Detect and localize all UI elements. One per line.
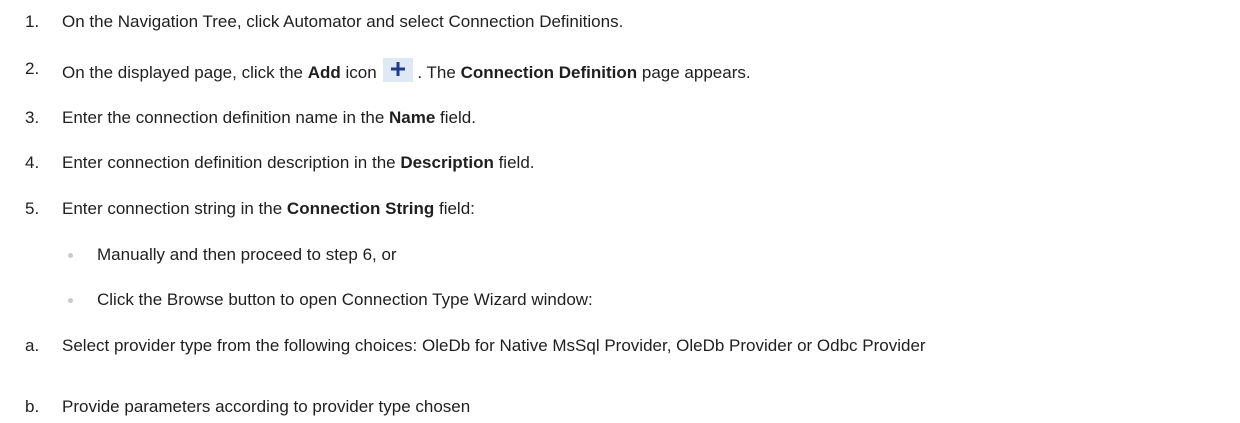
substep-label: a.	[25, 336, 40, 355]
bullet-text: Click the Browse button to open Connecti…	[97, 290, 593, 309]
step-text: On the Navigation Tree, click Automator …	[62, 12, 624, 31]
bullet-dot-icon	[68, 253, 73, 258]
name-term: Name	[389, 108, 436, 127]
connection-string-term: Connection String	[286, 199, 435, 218]
description-term: Description	[400, 153, 494, 172]
substep-text: Select provider type from the following …	[62, 336, 926, 355]
step-text: Enter the connection definition name in …	[62, 108, 476, 127]
step-text: On the displayed page, click the Add ico…	[62, 58, 751, 84]
bullet-text: Manually and then proceed to step 6, or	[97, 245, 397, 264]
add-term: Add	[307, 63, 341, 82]
add-icon	[383, 58, 414, 82]
step-number: 5.	[25, 199, 40, 218]
connection-definition-term: Connection Definition	[460, 63, 638, 82]
substep-label: b.	[25, 397, 40, 416]
step-number: 3.	[25, 108, 40, 127]
step-number: 2.	[25, 59, 40, 78]
bullet-dot-icon	[68, 298, 73, 303]
step-number: 4.	[25, 153, 40, 172]
step-text: Enter connection definition description …	[62, 153, 535, 172]
step-number: 1.	[25, 12, 40, 31]
substep-text: Provide parameters according to provider…	[62, 397, 471, 416]
step-text: Enter connection string in the Connectio…	[62, 199, 475, 218]
